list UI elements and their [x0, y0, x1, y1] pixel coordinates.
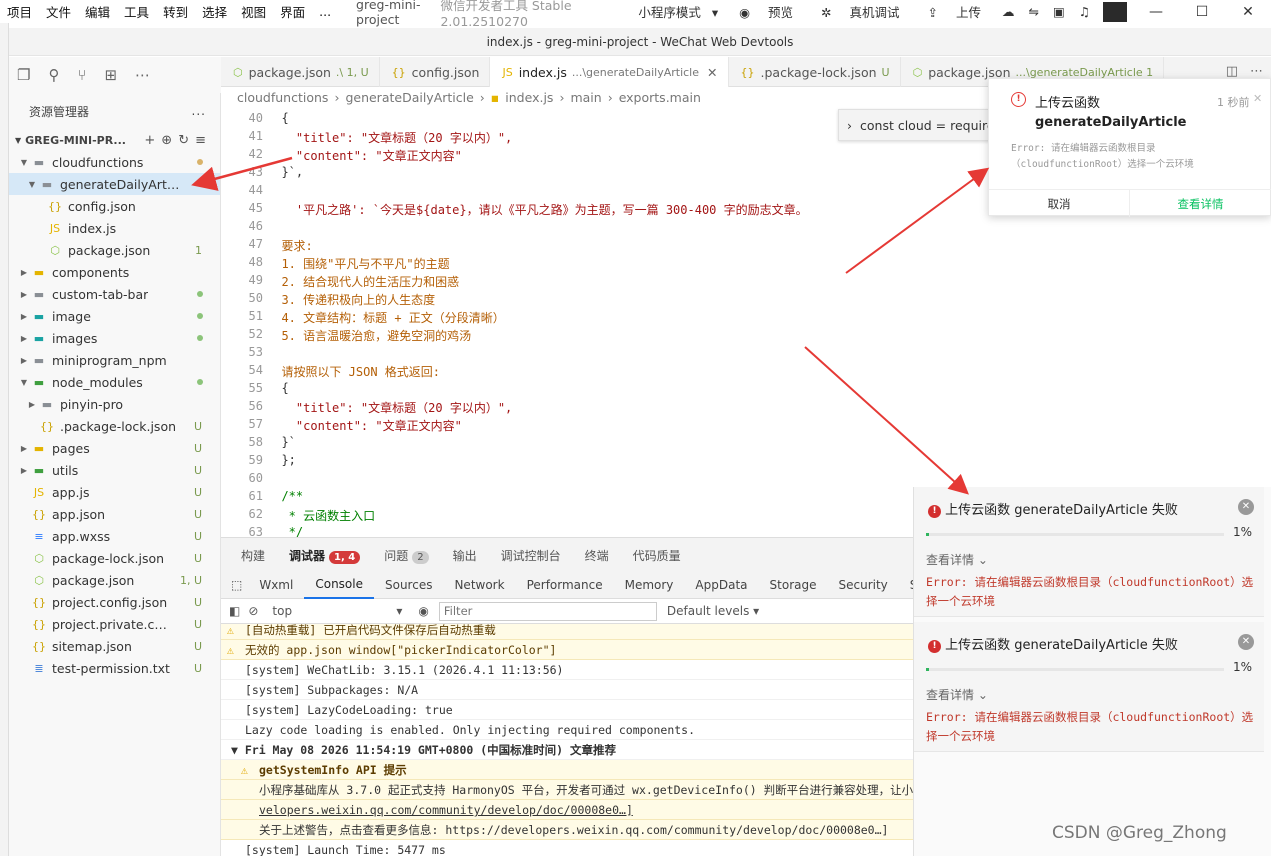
arrow-to-card	[804, 346, 969, 495]
watermark: CSDN @Greg_Zhong	[1052, 823, 1227, 843]
arrow-to-notification	[845, 167, 990, 274]
arrow-to-folder	[191, 156, 293, 191]
annotation-arrows	[191, 156, 990, 495]
